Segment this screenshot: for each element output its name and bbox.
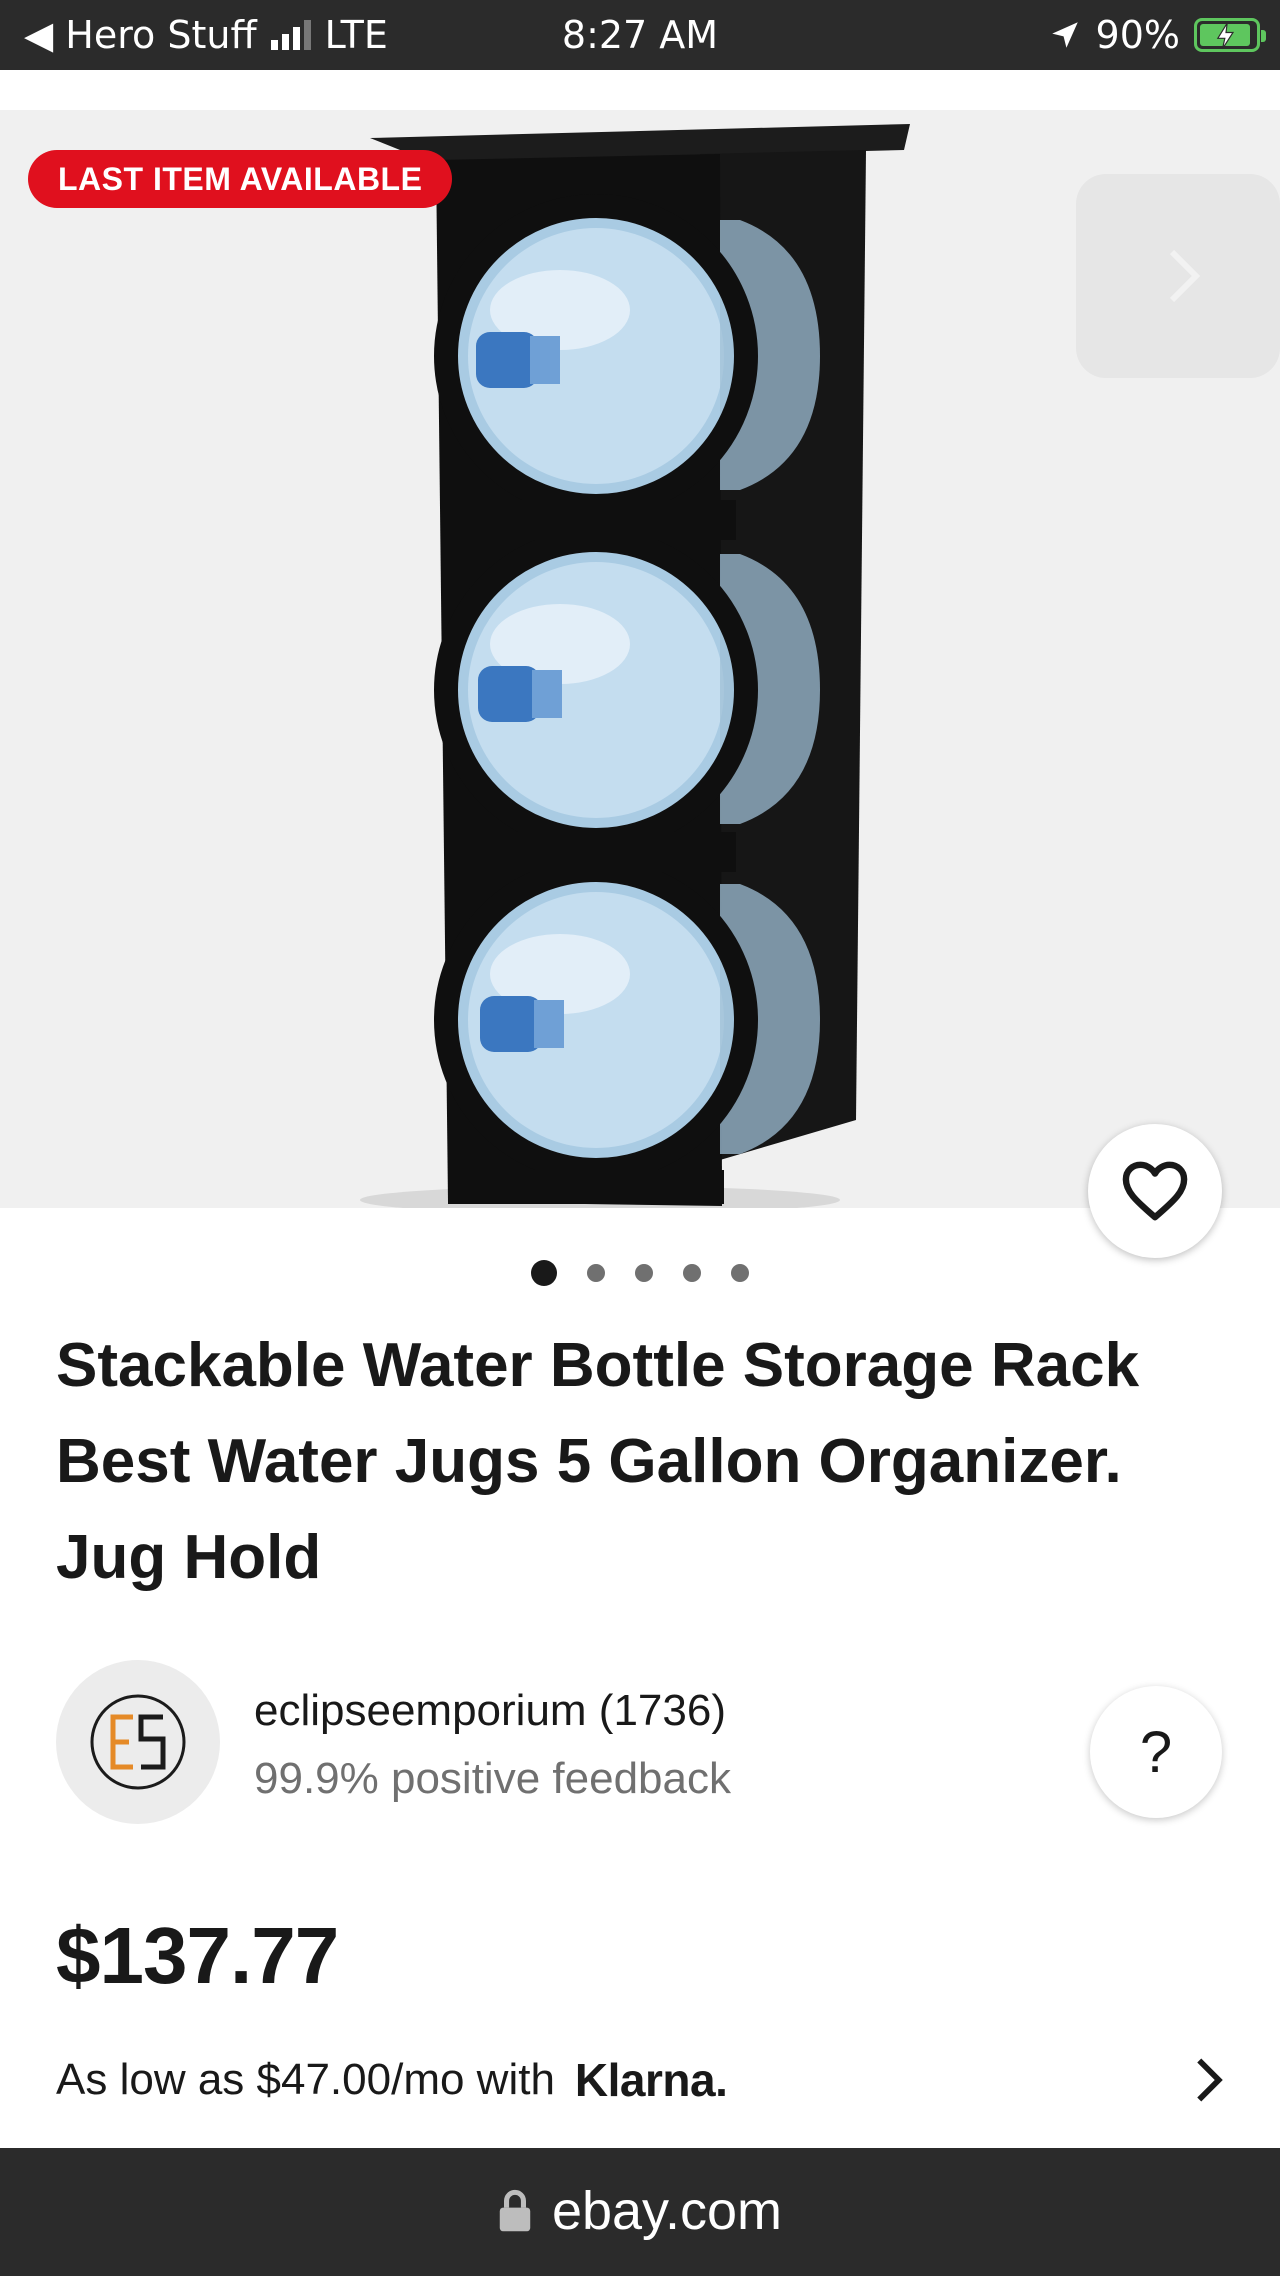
lock-icon [499, 2189, 531, 2232]
help-button[interactable]: ? [1090, 1686, 1222, 1818]
location-arrow-icon [1051, 22, 1078, 48]
watchlist-button[interactable] [1088, 1124, 1222, 1258]
battery-percent: 90% [1095, 13, 1180, 57]
pagination-dot-4[interactable] [683, 1264, 701, 1282]
battery-charging-icon [1194, 18, 1266, 52]
last-item-badge: LAST ITEM AVAILABLE [28, 150, 453, 208]
seller-logo-icon [90, 1694, 186, 1790]
product-image-gallery[interactable]: LAST ITEM AVAILABLE [0, 110, 1280, 1208]
image-pagination [0, 1260, 1280, 1286]
seller-name[interactable]: eclipseemporium (1736) [254, 1686, 726, 1736]
seller-feedback: 99.9% positive feedback [254, 1754, 731, 1803]
pagination-dot-3[interactable] [635, 1264, 653, 1282]
pagination-dot-5[interactable] [731, 1264, 749, 1282]
pagination-dot-1[interactable] [531, 1260, 557, 1286]
chevron-right-icon [1169, 249, 1201, 303]
url-display[interactable]: ebay.com [498, 2180, 782, 2242]
status-right: 90% [1048, 10, 1266, 60]
url-text: ebay.com [551, 2181, 783, 2241]
listing-title: Stackable Water Bottle Storage Rack Best… [56, 1331, 1140, 1592]
chevron-right-icon [1197, 2058, 1223, 2102]
status-bar: ◀ Hero Stuff LTE 8:27 AM 90% [0, 0, 1280, 70]
help-label: ? [1139, 1719, 1173, 1785]
browser-url-bar[interactable]: ebay.com [0, 2148, 1280, 2276]
klarna-logo: Klarna. [574, 2054, 728, 2106]
klarna-financing-row[interactable]: As low as $47.00/mo with Klarna. [56, 2050, 1226, 2110]
heart-icon [1122, 1161, 1188, 1221]
item-price: $137.77 [56, 1911, 339, 2000]
seller-avatar[interactable] [56, 1660, 220, 1824]
next-image-button[interactable] [1076, 174, 1280, 378]
financing-text: As low as $47.00/mo with [56, 2055, 555, 2104]
pagination-dot-2[interactable] [587, 1264, 605, 1282]
